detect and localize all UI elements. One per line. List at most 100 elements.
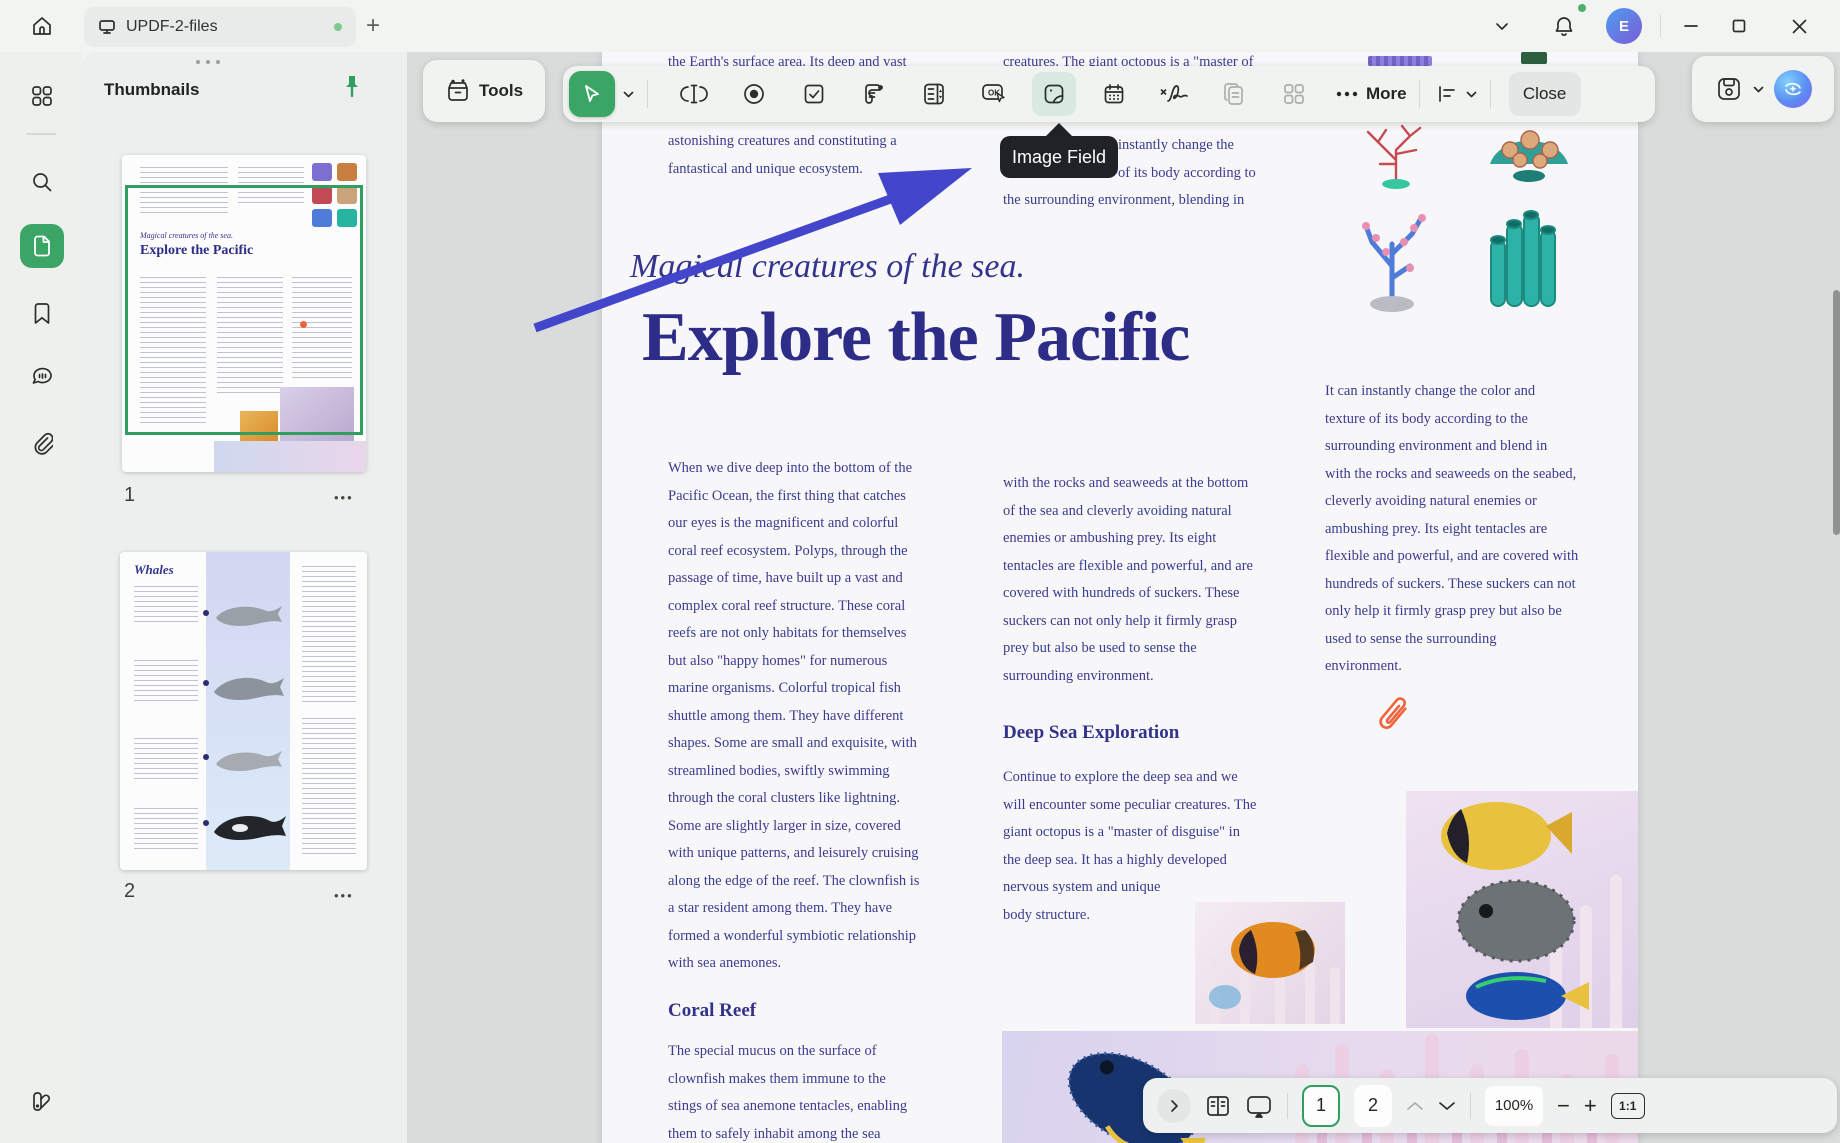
whale-orca <box>210 806 290 850</box>
appearance-button[interactable] <box>20 1080 64 1124</box>
coral-image-red-branch <box>1350 120 1442 190</box>
unsaved-dot <box>334 23 342 31</box>
paperclip-icon <box>31 432 53 456</box>
zoom-level-box[interactable]: 100% <box>1485 1086 1543 1126</box>
minimize-button[interactable] <box>1671 6 1711 46</box>
align-icon <box>1436 84 1458 104</box>
coral-image-purple-partial <box>1368 56 1432 66</box>
tab-title: UPDF-2-files <box>126 18 334 36</box>
pin-panel-button[interactable] <box>340 74 364 100</box>
radio-icon <box>742 82 766 106</box>
palette-icon <box>30 1090 54 1114</box>
comment-icon <box>30 365 54 389</box>
checkbox-field-button[interactable] <box>792 72 836 116</box>
zoom-in-button[interactable]: + <box>1584 1096 1597 1116</box>
ai-assistant-button[interactable] <box>1774 70 1812 108</box>
doc-coral-paragraph: The special mucus on the surface ofclown… <box>668 1038 907 1143</box>
select-tool-button[interactable] <box>569 71 615 117</box>
bookmarks-button[interactable] <box>20 292 64 336</box>
doc-subtitle: Magical creatures of the sea. <box>630 248 1025 286</box>
page-1-label: 1 <box>124 484 135 507</box>
thumbnails-panel: Thumbnails Magical creatures of the sea.… <box>82 52 407 1143</box>
tools-label: Tools <box>479 81 523 101</box>
updf-window: the Earth's surface area. Its deep and v… <box>0 0 1840 1143</box>
comments-button[interactable] <box>20 355 64 399</box>
tools-icon <box>445 78 471 104</box>
save-options-chevron[interactable] <box>1752 83 1765 96</box>
date-field-button[interactable] <box>1092 72 1136 116</box>
search-button[interactable] <box>20 160 64 204</box>
duplicate-field-button[interactable] <box>1212 72 1256 116</box>
thumbnails-tab-button[interactable] <box>20 224 64 268</box>
coral-image-mushroom <box>1480 118 1578 186</box>
mini-title-2: Whales <box>134 562 174 578</box>
combo-box-icon <box>861 81 887 107</box>
maximize-button[interactable] <box>1719 6 1759 46</box>
new-tab-button[interactable]: + <box>366 14 380 38</box>
zoom-out-button[interactable]: − <box>1557 1096 1570 1116</box>
page-icon <box>30 234 54 258</box>
page-2-button[interactable]: 2 <box>1354 1085 1392 1127</box>
titlebar-right: E <box>1482 0 1840 52</box>
duplicate-icon <box>1222 81 1246 107</box>
page-1-button[interactable]: 1 <box>1302 1085 1340 1127</box>
divider <box>1660 15 1661 37</box>
close-window-button[interactable] <box>1779 6 1819 46</box>
tooltip-caret <box>1046 123 1072 136</box>
field-layout-button[interactable] <box>1272 72 1316 116</box>
more-button[interactable]: More <box>1336 84 1407 104</box>
next-page-button[interactable] <box>1438 1099 1456 1113</box>
save-button[interactable] <box>1715 75 1743 103</box>
tools-button[interactable]: Tools <box>423 60 545 122</box>
doc-topleft-paragraph: astonishing creatures and constituting a… <box>668 128 897 183</box>
attachments-button[interactable] <box>20 422 64 466</box>
signature-field-icon <box>1159 82 1189 106</box>
avatar[interactable]: E <box>1606 8 1642 44</box>
panel-drag-handle[interactable] <box>196 60 220 64</box>
divider <box>1419 80 1420 108</box>
vertical-scrollbar[interactable] <box>1833 52 1840 1143</box>
panels-grid-button[interactable] <box>20 74 64 118</box>
divider <box>647 80 648 108</box>
text-field-icon <box>679 82 709 106</box>
document-tab[interactable]: UPDF-2-files <box>84 7 356 47</box>
alignment-button[interactable] <box>1436 84 1478 104</box>
doc-left-column: When we dive deep into the bottom of the… <box>668 455 919 978</box>
presentation-button[interactable] <box>1245 1093 1273 1119</box>
coral-image-green-partial <box>1521 52 1547 64</box>
pdf-page[interactable]: the Earth's surface area. Its deep and v… <box>602 52 1638 1143</box>
button-field-button[interactable]: OK <box>972 72 1016 116</box>
radio-button-field-button[interactable] <box>732 72 776 116</box>
select-tool-chevron[interactable] <box>622 88 635 101</box>
previous-page-button[interactable] <box>1406 1099 1424 1113</box>
combo-box-field-button[interactable] <box>852 72 896 116</box>
scrollbar-thumb[interactable] <box>1833 290 1840 535</box>
left-icon-rail <box>0 52 82 1143</box>
thumbnail-2-menu[interactable]: ••• <box>334 888 354 903</box>
ai-icon <box>1781 77 1805 101</box>
paperclip-graphic <box>1369 689 1417 739</box>
divider <box>26 133 56 135</box>
tooltip-label: Image Field <box>1012 147 1106 168</box>
document-canvas[interactable]: the Earth's surface area. Its deep and v… <box>407 52 1840 1143</box>
viewport-indicator[interactable] <box>125 185 363 435</box>
image-field-button[interactable] <box>1032 72 1076 116</box>
thumbnail-page-2[interactable]: Whales <box>120 552 367 870</box>
home-button[interactable] <box>20 6 64 46</box>
text-field-button[interactable] <box>672 72 716 116</box>
thumbnail-1-menu[interactable]: ••• <box>334 490 354 505</box>
actual-size-button[interactable]: 1:1 <box>1611 1093 1645 1119</box>
signature-field-button[interactable] <box>1152 72 1196 116</box>
collapse-chevron-button[interactable] <box>1482 6 1522 46</box>
divider <box>1470 1093 1471 1119</box>
collapse-bar-button[interactable] <box>1157 1089 1191 1123</box>
close-toolbar-button[interactable]: Close <box>1509 72 1581 116</box>
page-2-label: 2 <box>124 880 135 903</box>
list-box-field-button[interactable] <box>912 72 956 116</box>
notifications-button[interactable] <box>1544 6 1584 46</box>
image-field-icon <box>1042 82 1066 106</box>
doc-mid-column: with the rocks and seaweeds at the botto… <box>1003 470 1253 690</box>
notification-dot <box>1578 4 1586 12</box>
book-view-button[interactable] <box>1205 1093 1231 1119</box>
thumbnail-page-1[interactable]: Magical creatures of the sea. Explore th… <box>122 155 366 472</box>
